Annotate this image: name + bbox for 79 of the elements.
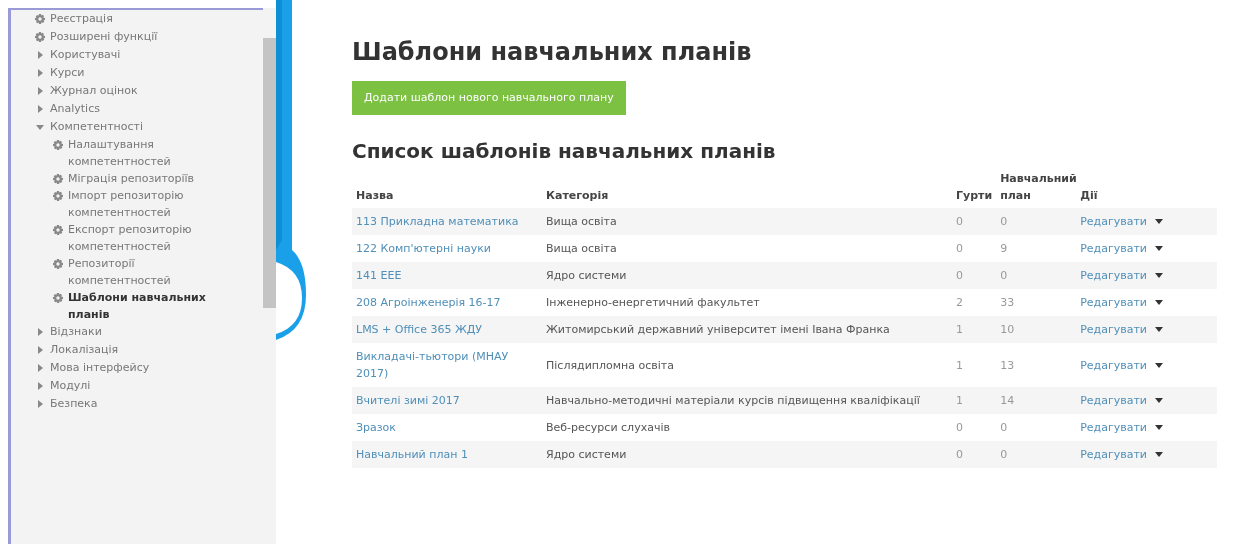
gear-icon: [53, 259, 63, 269]
table-cell: Післядипломна освіта: [542, 343, 952, 388]
table-cell: 0: [996, 441, 1077, 469]
dropdown-caret-icon[interactable]: [1154, 452, 1163, 458]
table-cell: Ядро системи: [542, 262, 952, 290]
table-cell: 0: [952, 414, 997, 442]
dropdown-caret-icon[interactable]: [1154, 425, 1163, 431]
sidebar-item[interactable]: Курси: [50, 64, 85, 82]
table-cell: 0: [952, 235, 997, 263]
table-cell: 0: [996, 262, 1077, 290]
table-cell: Ядро системи: [542, 441, 952, 469]
gear-icon: [35, 14, 45, 24]
table-cell: Інженерно-енергетичний факультет: [542, 289, 952, 317]
gear-icon: [35, 32, 45, 42]
column-header: Категорія: [542, 167, 952, 209]
gear-icon: [53, 293, 63, 303]
column-header: Назва: [352, 167, 542, 209]
table-cell: Вища освіта: [542, 235, 952, 263]
table-cell: 9: [996, 235, 1077, 263]
gear-icon: [53, 140, 63, 150]
sidebar-item[interactable]: Журнал оцінок: [50, 82, 138, 100]
dropdown-caret-icon[interactable]: [1154, 219, 1163, 225]
section-heading: Список шаблонів навчальних планів: [352, 139, 777, 164]
edit-link[interactable]: Редагувати: [1080, 240, 1147, 258]
table-cell: 33: [996, 289, 1077, 317]
column-header: Гурти: [952, 167, 997, 209]
template-link[interactable]: 122 Комп'ютерні науки: [356, 240, 538, 258]
scrollbar-thumb[interactable]: [263, 38, 276, 308]
gear-icon: [53, 191, 63, 201]
sidebar-item[interactable]: Репозиторії компетентностей: [68, 255, 223, 289]
sidebar-item[interactable]: Експорт репозиторію компетентностей: [68, 221, 223, 255]
dropdown-caret-icon[interactable]: [1154, 362, 1163, 368]
column-header: Навчальний план: [996, 167, 1077, 209]
table-cell: 2: [952, 289, 997, 317]
sidebar-item[interactable]: Міграція репозиторіїв: [68, 170, 195, 187]
sidebar-item[interactable]: Користувачі: [50, 46, 121, 64]
gear-icon: [53, 174, 63, 184]
table-cell: 0: [996, 208, 1077, 236]
sidebar-item[interactable]: Локалізація: [50, 341, 119, 359]
dropdown-caret-icon[interactable]: [1154, 273, 1163, 279]
table-cell: 0: [952, 441, 997, 469]
column-header: Дії: [1076, 167, 1217, 209]
table-cell: 10: [996, 316, 1077, 344]
dropdown-caret-icon[interactable]: [1154, 300, 1163, 306]
table-cell: Вища освіта: [542, 208, 952, 236]
sidebar-item[interactable]: Мова інтерфейсу: [50, 359, 150, 377]
table-cell: 0: [952, 208, 997, 236]
table-cell: 1: [952, 316, 997, 344]
sidebar-item[interactable]: Шаблони навчальних планів: [68, 289, 223, 323]
dropdown-caret-icon[interactable]: [1154, 398, 1163, 404]
sidebar-item[interactable]: Імпорт репозиторію компетентностей: [68, 187, 223, 221]
dropdown-caret-icon[interactable]: [1154, 327, 1163, 333]
page-title: Шаблони навчальних планів: [352, 38, 753, 67]
sidebar-item[interactable]: Відзнаки: [50, 323, 102, 341]
template-link[interactable]: 208 Агроінженерія 16-17: [356, 294, 538, 312]
edit-link[interactable]: Редагувати: [1080, 419, 1147, 437]
table-cell: 1: [952, 343, 997, 388]
sidebar-item[interactable]: Реєстрація: [50, 10, 113, 28]
table-cell: 13: [996, 343, 1077, 388]
sidebar-item[interactable]: Модулі: [50, 377, 91, 395]
table-cell: Веб-ресурси слухачів: [542, 414, 952, 442]
table-cell: 0: [952, 262, 997, 290]
sidebar-item[interactable]: Компетентності: [50, 118, 143, 136]
dropdown-caret-icon[interactable]: [1154, 246, 1163, 252]
edit-link[interactable]: Редагувати: [1080, 356, 1147, 374]
table-cell: 0: [996, 414, 1077, 442]
table-cell: 1: [952, 387, 997, 415]
sidebar-item[interactable]: Analytics: [50, 100, 100, 118]
template-link[interactable]: Викладачі-тьютори (МНАУ 2017): [356, 348, 538, 383]
template-link[interactable]: Зразок: [356, 419, 538, 437]
edit-link[interactable]: Редагувати: [1080, 294, 1147, 312]
add-template-button[interactable]: Додати шаблон нового навчального плану: [352, 80, 626, 116]
sidebar-item[interactable]: Безпека: [50, 395, 98, 413]
sidebar-item[interactable]: Налаштування компетентностей: [68, 136, 223, 170]
sidebar-item[interactable]: Розширені функції: [50, 28, 158, 46]
table-cell: 14: [996, 387, 1077, 415]
table-cell: Навчально-методичні матеріали курсів підвищення кваліфікації: [542, 387, 952, 415]
table-cell: Житомирський державний університет імені Івана Франка: [542, 316, 952, 344]
gear-icon: [53, 225, 63, 235]
